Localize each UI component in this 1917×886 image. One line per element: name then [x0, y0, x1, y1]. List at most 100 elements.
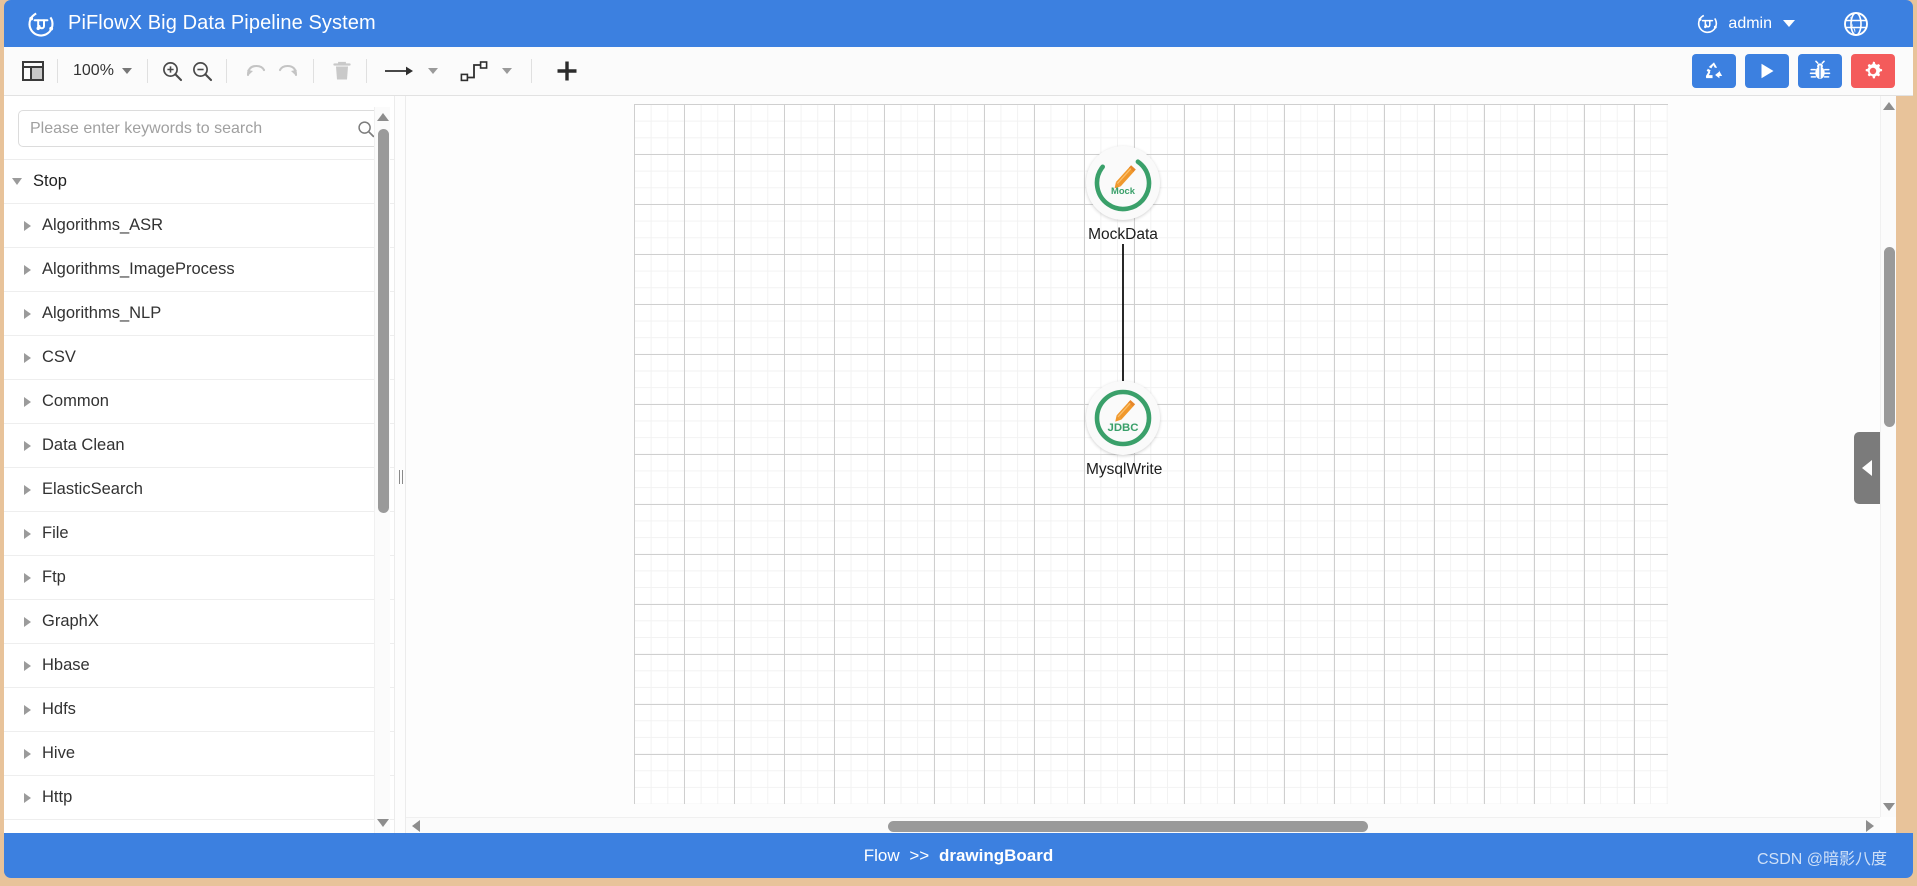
tree-item[interactable]: ElasticSearch [4, 468, 400, 512]
toolbar-divider [57, 59, 58, 83]
canvas-vscroll-thumb[interactable] [1884, 247, 1895, 427]
node-circle[interactable]: Mock [1086, 146, 1160, 220]
chevron-right-icon [24, 484, 31, 495]
app-header: PiFlowX Big Data Pipeline System admin [4, 0, 1913, 47]
stop-tree: Stop Algorithms_ASR Algorithms_ImageProce… [4, 159, 400, 820]
tree-item-label: Http [42, 788, 73, 806]
chevron-right-icon [24, 616, 31, 627]
breadcrumb-separator: >> [909, 845, 930, 865]
chevron-right-icon [24, 792, 31, 803]
recycle-button[interactable] [1692, 54, 1736, 88]
sidebar-splitter[interactable] [394, 96, 406, 833]
settings-button[interactable] [1851, 54, 1895, 88]
breadcrumb-current: drawingBoard [938, 845, 1054, 865]
node-mockdata[interactable]: Mock MockData [1086, 146, 1160, 244]
chevron-right-icon [24, 396, 31, 407]
scroll-down-arrow-icon[interactable] [1883, 803, 1895, 811]
tree-item[interactable]: Ftp [4, 556, 400, 600]
tree-item-list: Algorithms_ASR Algorithms_ImageProcess Alg… [4, 204, 400, 820]
zoom-in-icon[interactable] [157, 53, 187, 89]
chevron-down-icon [427, 68, 438, 74]
tree-item-label: Data Clean [42, 436, 125, 454]
tree-item-label: GraphX [42, 612, 99, 630]
redo-icon[interactable] [272, 53, 304, 89]
stop-library-sidebar: Stop Algorithms_ASR Algorithms_ImageProce… [4, 96, 400, 833]
search-input[interactable] [19, 119, 385, 138]
page-title: PiFlowX Big Data Pipeline System [68, 12, 376, 34]
tree-item[interactable]: Hive [4, 732, 400, 776]
app-footer: Flow >> drawingBoard CSDN @暗影八度 [4, 833, 1913, 878]
toolbar-divider [365, 59, 367, 83]
canvas-vertical-scrollbar[interactable] [1880, 96, 1896, 817]
tree-item[interactable]: File [4, 512, 400, 556]
globe-icon[interactable] [1843, 11, 1869, 37]
scroll-up-arrow-icon[interactable] [1883, 102, 1895, 110]
tree-item[interactable]: Http [4, 776, 400, 820]
sidebar-scrollbar[interactable] [374, 107, 390, 833]
toolbar: 100% [4, 47, 1913, 96]
tree-item-label: Algorithms_ImageProcess [42, 260, 235, 278]
search-icon[interactable] [357, 120, 375, 143]
breadcrumb-prefix[interactable]: Flow [864, 846, 900, 865]
zoom-out-icon[interactable] [187, 53, 217, 89]
search-box[interactable] [18, 110, 386, 147]
canvas-grid: Mock MockData JDBC MysqlWrite [634, 104, 1668, 804]
chevron-right-icon [24, 528, 31, 539]
chevron-right-icon [24, 572, 31, 583]
user-menu[interactable]: admin [1696, 12, 1795, 35]
scroll-up-arrow-icon[interactable] [377, 113, 389, 121]
zoom-level-dropdown[interactable]: 100% [67, 62, 138, 80]
avatar [1696, 12, 1719, 35]
toolbar-divider [530, 59, 532, 83]
scroll-left-arrow-icon[interactable] [412, 820, 420, 832]
tree-item-label: File [42, 524, 69, 542]
chevron-down-icon [501, 68, 512, 74]
tree-item[interactable]: Data Clean [4, 424, 400, 468]
straight-arrow-icon[interactable] [380, 53, 418, 89]
scroll-right-arrow-icon[interactable] [1866, 820, 1874, 832]
toolbar-divider [146, 59, 148, 83]
undo-icon[interactable] [240, 53, 272, 89]
tree-item[interactable]: Common [4, 380, 400, 424]
plus-icon[interactable] [551, 53, 583, 89]
debug-button[interactable] [1798, 54, 1842, 88]
canvas-hscroll-thumb[interactable] [888, 821, 1368, 832]
splitter-grip-icon [399, 470, 403, 484]
tree-item-label: Algorithms_NLP [42, 304, 162, 322]
tree-item[interactable]: Algorithms_NLP [4, 292, 400, 336]
tree-item[interactable]: Algorithms_ASR [4, 204, 400, 248]
sidebar-scroll-thumb[interactable] [378, 129, 389, 513]
watermark: CSDN @暗影八度 [1756, 851, 1887, 868]
orthogonal-arrow-dropdown[interactable] [492, 53, 522, 89]
layout-panel-icon[interactable] [18, 53, 48, 89]
tree-group-label: Stop [33, 172, 67, 190]
tree-group-stop[interactable]: Stop [4, 160, 400, 204]
chevron-right-icon [24, 220, 31, 231]
tree-item-label: Ftp [42, 568, 66, 586]
tree-item[interactable]: GraphX [4, 600, 400, 644]
chevron-right-icon [24, 308, 31, 319]
search-wrap [4, 96, 400, 159]
tree-item-label: Hive [42, 744, 76, 762]
node-mysqlwrite[interactable]: JDBC MysqlWrite [1086, 381, 1162, 479]
run-button[interactable] [1745, 54, 1789, 88]
tree-item[interactable]: Hbase [4, 644, 400, 688]
toolbar-divider [225, 59, 227, 83]
straight-arrow-dropdown[interactable] [418, 53, 448, 89]
panel-collapse-handle[interactable] [1854, 432, 1880, 504]
chevron-right-icon [24, 352, 31, 363]
canvas-horizontal-scrollbar[interactable] [406, 817, 1880, 833]
node-badge-text: JDBC [1107, 422, 1138, 434]
flow-canvas[interactable]: Mock MockData JDBC MysqlWrite [406, 96, 1896, 833]
node-circle[interactable]: JDBC [1086, 381, 1160, 455]
orthogonal-arrow-icon[interactable] [456, 53, 492, 89]
trash-icon[interactable] [327, 53, 357, 89]
toolbar-divider [312, 59, 314, 83]
tree-item[interactable]: Hdfs [4, 688, 400, 732]
tree-item-label: Common [42, 392, 109, 410]
tree-item[interactable]: Algorithms_ImageProcess [4, 248, 400, 292]
zoom-level-value: 100% [73, 62, 114, 79]
breadcrumb: Flow >> drawingBoard [864, 846, 1054, 866]
scroll-down-arrow-icon[interactable] [377, 819, 389, 827]
tree-item[interactable]: CSV [4, 336, 400, 380]
